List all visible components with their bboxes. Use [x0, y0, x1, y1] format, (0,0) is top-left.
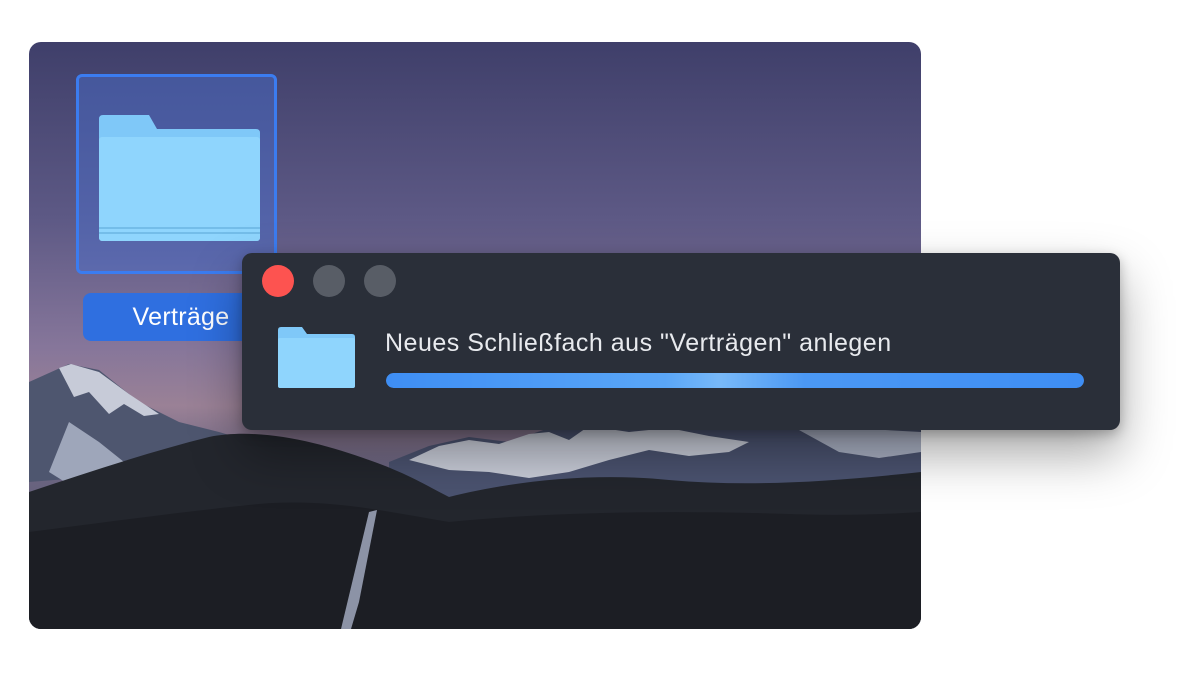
- maximize-icon[interactable]: [364, 265, 396, 297]
- progress-bar: [386, 373, 1084, 388]
- progress-bar-fill: [386, 373, 1084, 388]
- folder-selection-highlight[interactable]: [76, 74, 277, 274]
- progress-dialog: Neues Schließfach aus "Verträgen" anlege…: [242, 253, 1120, 430]
- folder-icon: [99, 115, 260, 241]
- close-icon[interactable]: [262, 265, 294, 297]
- dialog-title: Neues Schließfach aus "Verträgen" anlege…: [385, 329, 892, 357]
- minimize-icon[interactable]: [313, 265, 345, 297]
- folder-icon: [278, 327, 355, 388]
